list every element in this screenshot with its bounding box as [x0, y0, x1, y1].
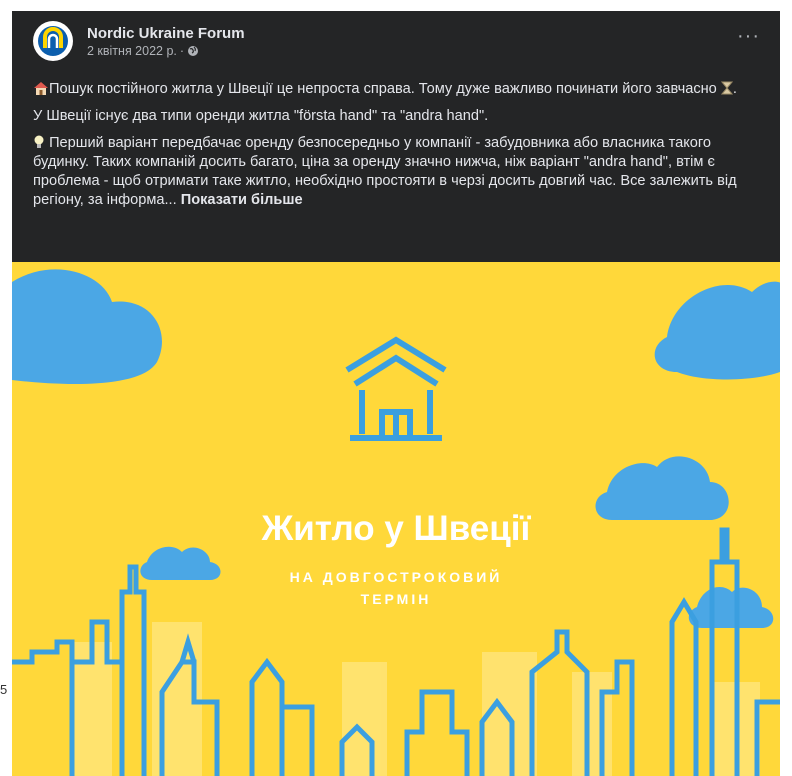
- graphic-title: Житло у Швеції: [261, 509, 532, 548]
- graphic-subtitle-line1: НА ДОВГОСТРОКОВИЙ: [290, 568, 503, 585]
- page-name[interactable]: Nordic Ukraine Forum: [87, 25, 245, 42]
- graphic-subtitle-line2: ТЕРМІН: [361, 591, 432, 607]
- paragraph-1: Пошук постійного житла у Швеції це непро…: [33, 80, 768, 99]
- facebook-post: Nordic Ukraine Forum 2 квітня 2022 р. · …: [12, 11, 780, 776]
- post-image[interactable]: Житло у Швеції НА ДОВГОСТРОКОВИЙ ТЕРМІН: [12, 262, 780, 776]
- housing-graphic: Житло у Швеції НА ДОВГОСТРОКОВИЙ ТЕРМІН: [12, 262, 780, 776]
- post-header: Nordic Ukraine Forum 2 квітня 2022 р. · …: [12, 11, 780, 67]
- side-number: 5: [0, 682, 8, 697]
- forum-logo-icon: [34, 22, 72, 60]
- post-meta: 2 квітня 2022 р. ·: [87, 44, 199, 58]
- post-text: Пошук постійного житла у Швеції це непро…: [33, 80, 768, 218]
- house-emoji-icon: [34, 82, 48, 95]
- page-avatar[interactable]: [33, 21, 73, 61]
- paragraph-1-text: Пошук постійного житла у Швеції це непро…: [49, 81, 717, 97]
- more-options-button[interactable]: ···: [737, 25, 760, 48]
- paragraph-3: Перший варіант передбачає оренду безпосе…: [33, 134, 768, 210]
- paragraph-3-text: Перший варіант передбачає оренду безпосе…: [33, 135, 737, 208]
- globe-icon: [188, 46, 199, 56]
- meta-separator: ·: [179, 44, 185, 58]
- paragraph-2: У Швеції існує два типи оренди житла "fö…: [33, 108, 489, 124]
- hourglass-emoji-icon: [720, 81, 733, 95]
- see-more-link[interactable]: Показати більше: [181, 192, 303, 208]
- lightbulb-emoji-icon: [34, 135, 44, 148]
- post-date[interactable]: 2 квітня 2022 р.: [87, 44, 177, 58]
